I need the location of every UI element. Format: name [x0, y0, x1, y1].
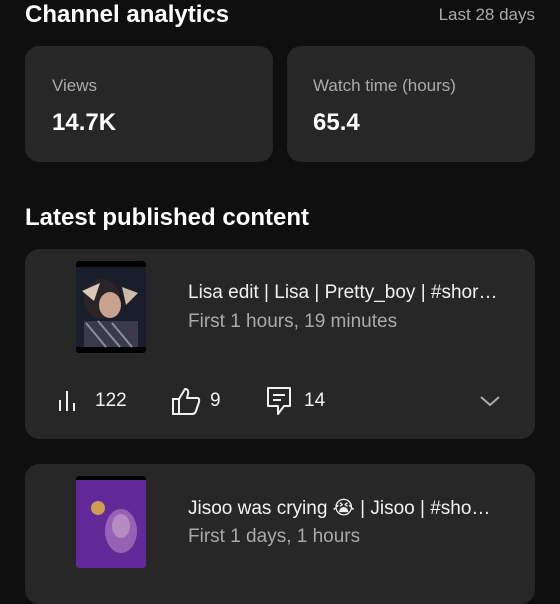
- comments-count: 14: [304, 390, 326, 411]
- video-subtitle: First 1 hours, 19 minutes: [188, 311, 398, 332]
- comments-icon: [266, 386, 292, 416]
- watch-time-card[interactable]: Watch time (hours) 65.4: [287, 46, 535, 162]
- views-card[interactable]: Views 14.7K: [25, 46, 273, 162]
- likes-count: 9: [210, 390, 221, 411]
- views-label: Views: [52, 76, 98, 95]
- chevron-down-icon[interactable]: [479, 394, 501, 408]
- video-title: Lisa edit | Lisa | Pretty_boy | #shor…: [188, 282, 498, 303]
- views-bar-chart-icon: [58, 390, 80, 412]
- video-subtitle: First 1 days, 1 hours: [188, 526, 361, 547]
- jisoo-thumbnail[interactable]: [76, 476, 146, 568]
- latest-content-heading: Latest published content: [25, 204, 310, 231]
- date-range-label[interactable]: Last 28 days: [439, 5, 535, 25]
- video-card[interactable]: Lisa edit | Lisa | Pretty_boy | #shor… F…: [25, 249, 535, 439]
- watch-time-value: 65.4: [313, 109, 360, 136]
- thumbs-up-icon: [171, 387, 201, 415]
- video-card[interactable]: Jisoo was crying 😭 | Jisoo | #sho… First…: [25, 464, 535, 604]
- views-value: 14.7K: [52, 109, 117, 136]
- watch-time-label: Watch time (hours): [313, 76, 456, 95]
- views-count: 122: [95, 390, 127, 411]
- page-title: Channel analytics: [25, 1, 230, 28]
- lisa-thumbnail[interactable]: [76, 261, 146, 353]
- video-title: Jisoo was crying 😭 | Jisoo | #sho…: [188, 498, 491, 519]
